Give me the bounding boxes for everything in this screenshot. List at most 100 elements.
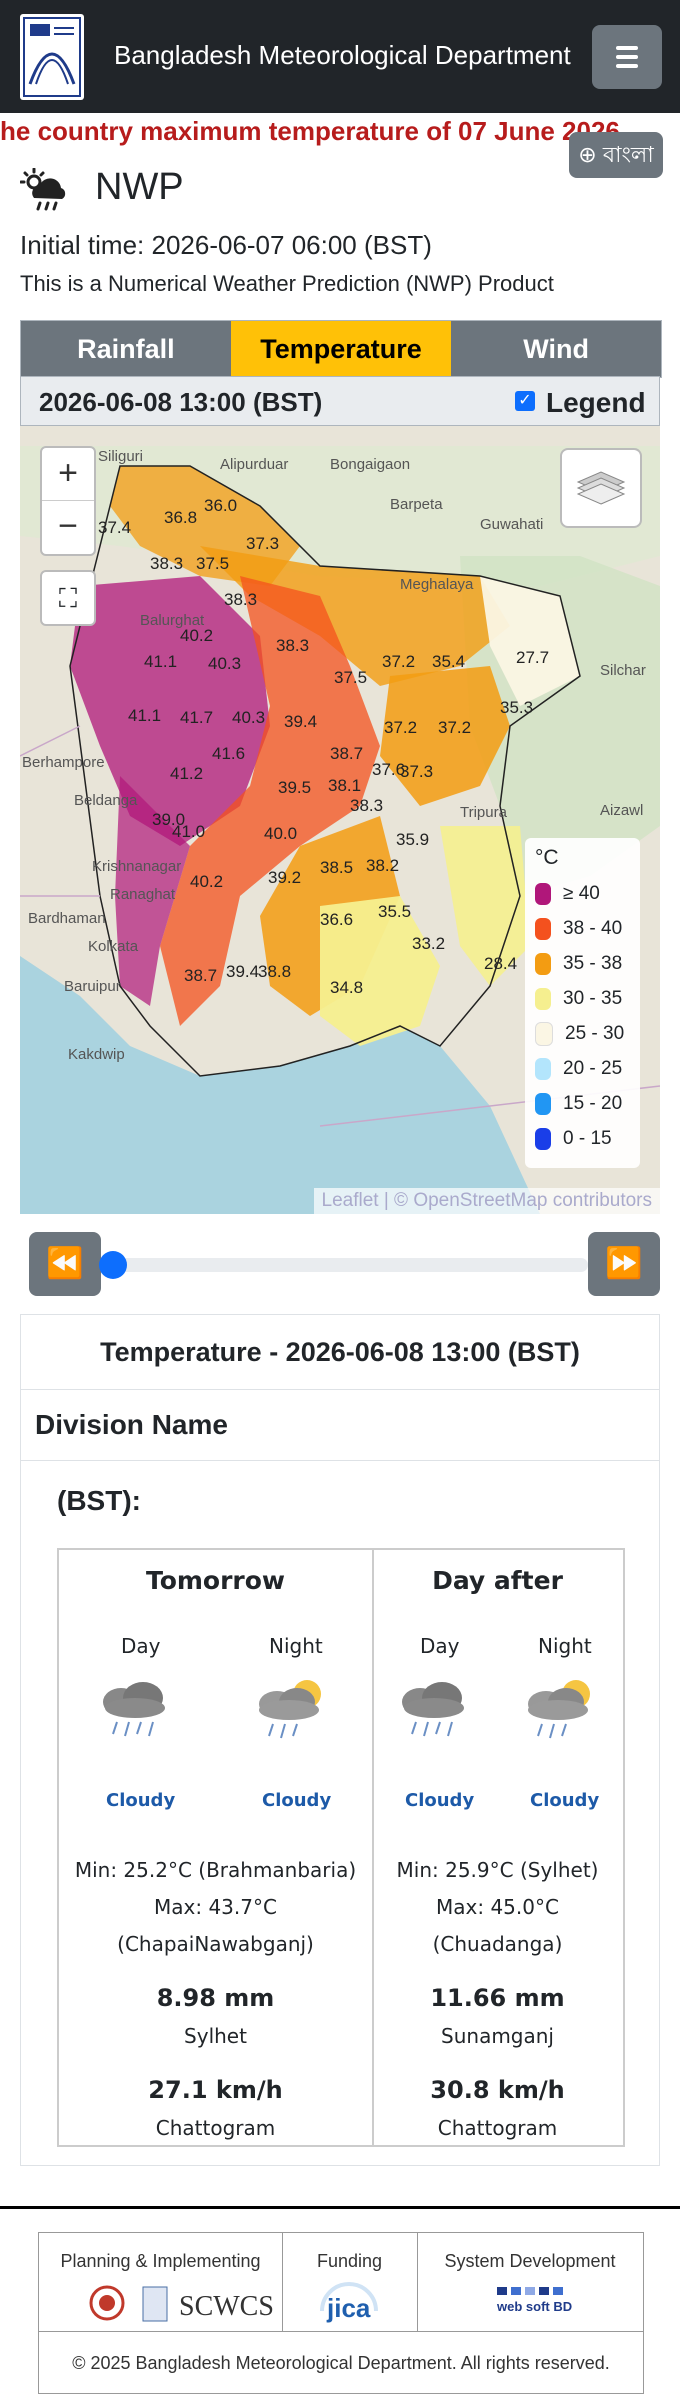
place-label: Beldanga <box>74 792 138 809</box>
rain-cloud-icon <box>103 1682 165 1737</box>
temperature-value: 37.4 <box>98 518 132 537</box>
temperature-value: 28.4 <box>484 954 518 973</box>
forecast-card: Temperature - 2026-06-08 13:00 (BST) Div… <box>20 1314 660 2166</box>
site-title[interactable]: Bangladesh Meteorological Department <box>114 40 571 71</box>
temperature-value: 39.4 <box>226 962 260 981</box>
place-label: Barpeta <box>390 496 443 513</box>
legend-swatch <box>535 1057 551 1080</box>
night-rain-cloud-icon <box>528 1680 590 1739</box>
page-title: NWP <box>95 166 184 208</box>
night-rain-cloud-icon <box>259 1680 321 1739</box>
max-temperature: Max: 43.7°C <box>154 1895 277 1919</box>
previous-step-button[interactable]: ⏪ <box>29 1232 101 1296</box>
next-step-button[interactable]: ⏩ <box>588 1232 660 1296</box>
jica-logo[interactable]: jica <box>282 2281 417 2327</box>
language-label: বাংলা <box>602 142 654 167</box>
legend-label: 35 - 38 <box>563 953 623 974</box>
fullscreen-icon: ⛶ <box>58 583 78 613</box>
time-slider-track[interactable] <box>103 1258 588 1272</box>
legend-item: 35 - 38 <box>535 952 622 976</box>
rain-cloud-icon <box>402 1682 464 1737</box>
menu-toggle-button[interactable] <box>592 25 662 89</box>
temperature-value: 38.5 <box>320 858 354 877</box>
temperature-value: 41.6 <box>212 744 246 763</box>
bmd-logo[interactable] <box>20 14 84 100</box>
legend-label: 30 - 35 <box>563 988 623 1009</box>
rainfall-value: 11.66 mm <box>430 1984 565 2012</box>
tab-temperature[interactable]: Temperature <box>230 321 452 377</box>
layers-button[interactable] <box>560 448 642 528</box>
legend-label: 20 - 25 <box>563 1058 623 1079</box>
temperature-value: 40.2 <box>190 872 224 891</box>
wind-value: 30.8 km/h <box>430 2076 565 2104</box>
rainfall-value: 8.98 mm <box>156 1984 275 2012</box>
place-label: Krishnanagar <box>92 858 182 875</box>
legend-item: 30 - 35 <box>535 987 622 1011</box>
temperature-value: 41.1 <box>144 652 178 671</box>
place-label: Kolkata <box>88 938 139 955</box>
globe-icon: ⊕ <box>578 142 597 167</box>
temperature-value: 38.3 <box>150 554 184 573</box>
temperature-value: 35.9 <box>396 830 430 849</box>
zoom-out-button[interactable]: − <box>42 500 94 553</box>
place-label: Ranaghat <box>110 886 176 903</box>
fullscreen-button[interactable]: ⛶ <box>40 570 96 626</box>
max-temperature: Max: 45.0°C <box>436 1895 559 1919</box>
min-temperature: Min: 25.9°C (Sylhet) <box>396 1858 599 1882</box>
scwcs-logo: SCWCS <box>179 2291 274 2322</box>
division-name: Division Name <box>21 1390 659 1461</box>
temperature-value: 27.7 <box>516 648 550 667</box>
initial-time: Initial time: 2026-06-07 06:00 (BST) <box>20 230 432 260</box>
legend-swatch <box>535 882 551 905</box>
tab-rainfall[interactable]: Rainfall <box>21 321 231 377</box>
legend-item: 15 - 20 <box>535 1092 622 1116</box>
temperature-value: 36.6 <box>320 910 354 929</box>
temperature-value: 41.7 <box>180 708 214 727</box>
copyright-text: © 2025 Bangladesh Meteorological Departm… <box>39 2331 643 2394</box>
planning-logos: SCWCS <box>89 2285 274 2322</box>
place-label: Tripura <box>460 804 507 821</box>
temperature-value: 38.3 <box>350 796 384 815</box>
temperature-value: 40.0 <box>264 824 298 843</box>
time-slider-handle[interactable] <box>99 1251 127 1279</box>
temperature-map[interactable]: Siliguri Alipurduar Bongaigaon Barpeta G… <box>20 426 660 1214</box>
temperature-value: 39.4 <box>284 712 318 731</box>
day-label: Day <box>420 1634 460 1658</box>
map-attribution[interactable]: Leaflet | © OpenStreetMap contributors <box>313 1188 660 1214</box>
temperature-value: 40.3 <box>208 654 242 673</box>
temperature-value: 38.3 <box>224 590 258 609</box>
temperature-value: 37.3 <box>246 534 280 553</box>
system-development-cell: System Development web soft BD <box>417 2233 643 2331</box>
legend-item: 25 - 30 <box>535 1022 624 1046</box>
legend-checkbox[interactable]: ✓ <box>515 391 535 411</box>
wind-place: Chattogram <box>155 2116 276 2140</box>
language-toggle-button[interactable]: ⊕ বাংলা <box>569 132 663 178</box>
rewind-icon: ⏪ <box>46 1247 84 1280</box>
forecast-table: Tomorrow Day Night Cloudy Cloudy Min: 25… <box>57 1548 625 2147</box>
funding-label: Funding <box>316 2251 383 2271</box>
place-label: Kakdwip <box>68 1046 125 1063</box>
temperature-value: 41.1 <box>128 706 162 725</box>
zoom-in-button[interactable]: + <box>42 448 94 500</box>
temperature-value: 40.2 <box>180 626 214 645</box>
legend-swatch <box>535 1127 551 1150</box>
temperature-value: 38.8 <box>258 962 292 981</box>
place-label: Bongaigaon <box>330 456 411 473</box>
map-legend: °C ≥ 40 38 - 40 35 - 38 30 - 35 25 - 30 … <box>525 838 640 1168</box>
legend-item: ≥ 40 <box>535 882 600 906</box>
websoft-logo[interactable]: web soft BD <box>417 2281 643 2327</box>
forecast-datetime-bar: 2026-06-08 13:00 (BST) ✓ Legend <box>20 376 660 426</box>
legend-checkbox-label[interactable]: Legend <box>546 387 646 419</box>
forecast-tomorrow: Tomorrow Day Night Cloudy Cloudy Min: 25… <box>59 1550 374 2145</box>
legend-swatch <box>535 917 551 940</box>
temperature-value: 35.5 <box>378 902 412 921</box>
legend-item: 20 - 25 <box>535 1057 622 1081</box>
legend-label: ≥ 40 <box>563 883 600 904</box>
temperature-value: 41.0 <box>172 822 206 841</box>
forecast-day-title: Day after <box>432 1566 563 1595</box>
legend-label: 0 - 15 <box>563 1128 612 1149</box>
tab-wind[interactable]: Wind <box>451 321 662 377</box>
max-temperature-place: (Chuadanga) <box>432 1932 563 1956</box>
legend-unit: °C <box>535 846 559 869</box>
bmd-logo-small <box>142 2286 168 2322</box>
